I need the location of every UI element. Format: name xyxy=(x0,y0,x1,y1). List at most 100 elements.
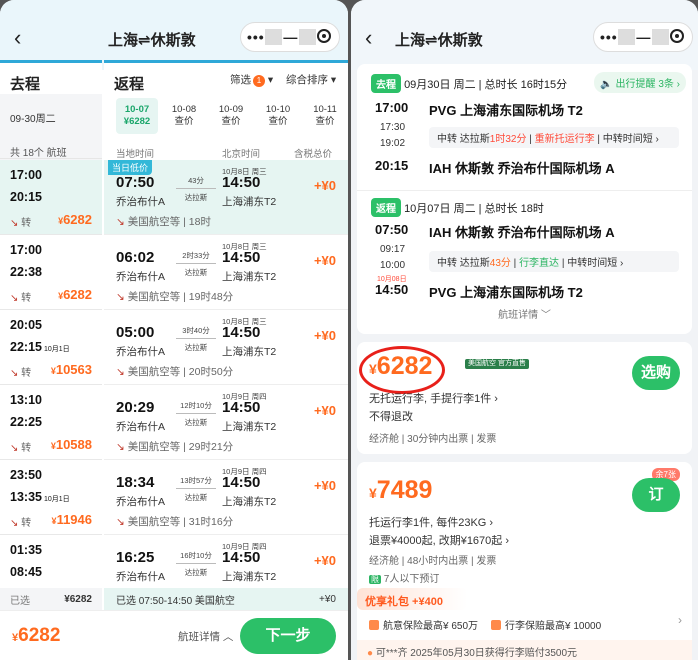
layover-duration: 13时57分 xyxy=(180,476,212,485)
airline-name: 美国航空等 xyxy=(127,366,181,378)
return-flight-item[interactable]: 06:02 2时33分 达拉斯 10月8日 周三 14:50 乔治布什A 上海浦东T2 ↘ 美… xyxy=(104,235,348,310)
sort-label: 综合排序 xyxy=(286,74,328,86)
page-title: 上海⇌休斯敦 xyxy=(395,32,483,49)
minimize-icon[interactable]: — xyxy=(635,29,652,45)
out-dep-airport: PVG 上海浦东国际机场 T2 xyxy=(429,103,583,118)
offer2-book-button[interactable]: 订 xyxy=(632,478,680,512)
insurance-baggage: 行李保赔最高¥ 10000 xyxy=(491,617,601,632)
transit-duration: 1时32分 xyxy=(489,134,527,145)
out-transit-info[interactable]: 中转 达拉斯1时32分 | 重新托运行李 | 中转时间短 › xyxy=(429,127,679,148)
more-dots-icon[interactable]: ••• xyxy=(247,29,265,45)
date-tab[interactable]: 10-10 查价 xyxy=(257,98,299,134)
travel-reminder[interactable]: 🔈 出行提醒 3条 › xyxy=(594,72,686,93)
airline-logo-icon: ↘ xyxy=(10,443,19,454)
arr-airport: 上海浦东T2 xyxy=(222,346,277,358)
flight-price: ¥6282 xyxy=(58,212,92,227)
reminder-text: 出行提醒 3条 xyxy=(615,79,674,90)
booking-detail-screen: ‹ 上海⇌休斯敦 ••• — 去程 09月30日 周二 | 总时长 16时15分… xyxy=(351,0,698,660)
date-tab-date: 10-09 xyxy=(218,104,244,115)
transit-baggage: 行李直达 xyxy=(519,258,560,269)
dep-time: 17:00 xyxy=(10,168,42,182)
airline-info: ↘ 美国航空等 | 31时16分 xyxy=(116,516,234,528)
out-mid-time-1: 17:30 xyxy=(380,122,406,133)
return-flight-item[interactable]: 05:00 3时40分 达拉斯 10月8日 周三 14:50 乔治布什A 上海浦东T2 ↘ 美… xyxy=(104,310,348,385)
transit-city: 中转 达拉斯 xyxy=(437,258,490,269)
outbound-flight-item[interactable]: 17:00 22:38 ↘ 转 ¥6282 xyxy=(0,235,102,310)
out-dep-time: 17:00 xyxy=(375,100,409,115)
more-dots-icon[interactable]: ••• xyxy=(600,29,618,45)
outbound-row: 去程 09月30日 周二 | 总时长 16时15分 xyxy=(371,74,567,93)
airline-name: 美国航空等 xyxy=(127,216,181,228)
airline-logo-icon: ↘ xyxy=(10,368,19,379)
outbound-flight-item[interactable]: 13:10 22:25 ↘ 转 ¥10588 xyxy=(0,385,102,460)
arr-time: 14:50 xyxy=(222,474,261,491)
transit-duration: 43分 xyxy=(489,258,511,269)
arr-airport: 上海浦东T2 xyxy=(222,271,277,283)
date-tab[interactable]: 10-08 查价 xyxy=(163,98,205,134)
transfer-text: 转 xyxy=(21,518,32,529)
offer2-baggage-text: 托运行李1件, 每件23KG xyxy=(369,517,487,529)
flight-price: ¥10588 xyxy=(50,437,92,452)
transfer-text: 转 xyxy=(21,218,32,229)
airline-logo-icon: ↘ xyxy=(116,516,125,528)
date-tab[interactable]: 10-11 查价 xyxy=(304,98,346,134)
flight-price: ¥11946 xyxy=(51,512,92,527)
outbound-flight-item[interactable]: 20:05 22:15 10月1日 ↘ 转 ¥10563 xyxy=(0,310,102,385)
flight-price-value: 6282 xyxy=(63,212,92,227)
offer-card-1[interactable]: ¥6282 美国航空 官方直售 无托运行李, 手提行李1件 › 不得退改 经济舱… xyxy=(357,342,692,454)
outbound-flight-item[interactable]: 17:00 20:15 ↘ 转 ¥6282 xyxy=(0,160,102,235)
next-step-button[interactable]: 下一步 xyxy=(240,618,336,654)
header: ‹ 上海⇌休斯敦 ••• — xyxy=(351,0,698,70)
close-circle-icon[interactable] xyxy=(669,28,686,46)
back-arrow-icon[interactable]: ‹ xyxy=(365,27,383,49)
selected-return-plus: +¥0 xyxy=(319,593,336,605)
via-city: 达拉斯 xyxy=(184,493,208,502)
dep-time: 23:50 xyxy=(10,468,42,482)
price-diff: +¥0 xyxy=(313,253,336,268)
offer2-baggage: 托运行李1件, 每件23KG › xyxy=(369,517,494,529)
mini-program-capsule: ••• — xyxy=(593,22,693,52)
offer1-buy-button[interactable]: 选购 xyxy=(632,356,680,390)
itinerary-card: 去程 09月30日 周二 | 总时长 16时15分 🔈 出行提醒 3条 › 17… xyxy=(357,64,692,334)
return-flight-item[interactable]: 当日低价 07:50 43分 达拉斯 10月8日 周三 14:50 乔治布什A 上海浦东T2 ↘… xyxy=(104,160,348,235)
dep-airport: 乔治布什A xyxy=(116,346,166,358)
date-tab-price: 查价 xyxy=(221,116,241,127)
ret-transit-info[interactable]: 中转 达拉斯43分 | 行李直达 | 中转时间短 › xyxy=(429,251,679,272)
mini-program-capsule: ••• — xyxy=(240,22,340,52)
arr-time-value: 22:15 xyxy=(10,340,42,354)
arr-time: 14:50 xyxy=(222,174,261,191)
outbound-flight-item[interactable]: 23:50 13:35 10月1日 ↘ 转 ¥11946 xyxy=(0,460,102,535)
airline-logo-icon: ↘ xyxy=(116,291,125,303)
insurance-accident-text: 航意保险最高¥ 650万 xyxy=(383,621,479,632)
airline-info: ↘ 美国航空等 | 29时21分 xyxy=(116,441,234,453)
transit-baggage: 重新托运行李 xyxy=(534,134,595,145)
layover-duration: 3时40分 xyxy=(182,326,210,335)
price-diff: +¥0 xyxy=(313,478,336,493)
date-tab[interactable]: 10-09 查价 xyxy=(210,98,252,134)
arr-time-value: 22:38 xyxy=(10,265,42,279)
col-beijing-time: 北京时间 xyxy=(222,149,261,160)
offer2-seats: 限 7人以下预订 xyxy=(369,570,439,585)
ret-arr-time: 14:50 xyxy=(375,282,409,297)
return-flight-item[interactable]: 20:29 12时10分 达拉斯 10月9日 周四 14:50 乔治布什A 上海浦东T2 ↘ … xyxy=(104,385,348,460)
flight-detail-link[interactable]: 航班详情 ︿ xyxy=(178,629,233,644)
via-city: 达拉斯 xyxy=(184,268,208,277)
arr-time-value: 13:35 xyxy=(10,490,42,504)
close-circle-icon[interactable] xyxy=(316,28,333,46)
dep-time: 16:25 xyxy=(116,549,155,566)
chevron-right-icon[interactable]: › xyxy=(678,613,682,627)
transfer-text: 转 xyxy=(21,368,32,379)
price-diff: +¥0 xyxy=(313,178,336,193)
flight-detail-toggle[interactable]: 航班详情 ﹀ xyxy=(357,306,692,321)
shield-icon xyxy=(369,620,379,630)
arr-time: 13:35 10月1日 xyxy=(10,490,70,504)
sort-button[interactable]: 综合排序 ▾ xyxy=(286,72,336,87)
filter-button[interactable]: 筛选 1 ▾ xyxy=(230,72,273,87)
minimize-icon[interactable]: — xyxy=(282,29,299,45)
back-arrow-icon[interactable]: ‹ xyxy=(14,27,32,49)
return-flight-item[interactable]: 18:34 13时57分 达拉斯 10月9日 周四 14:50 乔治布什A 上海浦东T2 ↘ … xyxy=(104,460,348,535)
footer-bar: ¥6282 航班详情 ︿ 下一步 xyxy=(0,610,348,660)
dep-time: 13:10 xyxy=(10,393,42,407)
airline-logo-icon: ↘ xyxy=(10,218,19,229)
date-tab[interactable]: 10-07 ¥6282 xyxy=(116,98,158,134)
